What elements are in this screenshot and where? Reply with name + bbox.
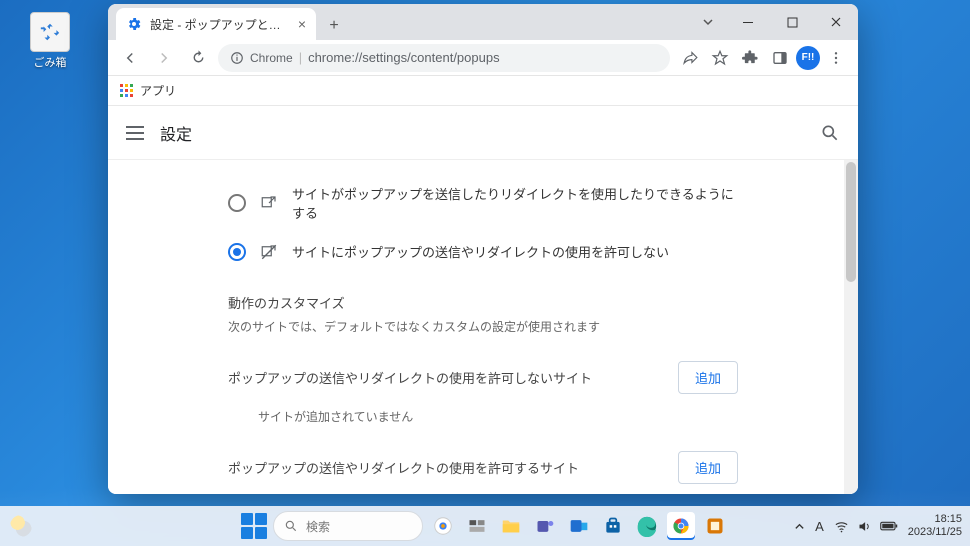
option-block-label: サイトにポップアップの送信やリダイレクトの使用を許可しない xyxy=(292,242,669,261)
sidepanel-icon[interactable] xyxy=(766,44,794,72)
allow-list-add-button[interactable]: 追加 xyxy=(678,451,738,484)
ime-indicator[interactable]: A xyxy=(815,519,824,534)
settings-header: 設定 xyxy=(108,106,858,160)
wifi-icon[interactable] xyxy=(834,519,849,534)
block-list-label: ポップアップの送信やリダイレクトの使用を許可しないサイト xyxy=(228,368,592,387)
bookmarks-bar: アプリ xyxy=(108,76,858,106)
apps-label[interactable]: アプリ xyxy=(140,82,176,99)
settings-search-icon[interactable] xyxy=(820,123,840,143)
recycle-bin-icon xyxy=(30,12,70,52)
browser-toolbar: Chrome | chrome://settings/content/popup… xyxy=(108,40,858,76)
scrollbar[interactable] xyxy=(844,160,858,494)
customize-heading: 動作のカスタマイズ xyxy=(222,293,744,312)
weather-icon xyxy=(10,515,32,537)
taskbar-app-generic[interactable] xyxy=(701,512,729,540)
browser-tab[interactable]: 設定 - ポップアップとリダイレクト × xyxy=(116,8,316,40)
tab-search-icon[interactable] xyxy=(690,6,726,38)
allow-list-label: ポップアップの送信やリダイレクトの使用を許可するサイト xyxy=(228,458,579,477)
window-maximize-button[interactable] xyxy=(770,6,814,38)
apps-grid-icon[interactable] xyxy=(120,84,134,98)
site-info-icon xyxy=(230,51,244,65)
clock-date: 2023/11/25 xyxy=(908,526,962,539)
tray-chevron-icon[interactable] xyxy=(794,521,805,532)
address-bar[interactable]: Chrome | chrome://settings/content/popup… xyxy=(218,44,670,72)
page-title: 設定 xyxy=(160,121,192,145)
share-icon[interactable] xyxy=(676,44,704,72)
radio-unselected-icon xyxy=(228,194,246,212)
taskbar-widgets[interactable] xyxy=(10,515,32,537)
default-behavior-block-option[interactable]: サイトにポップアップの送信やリダイレクトの使用を許可しない xyxy=(222,232,744,271)
block-list-add-button[interactable]: 追加 xyxy=(678,361,738,394)
scrollbar-thumb[interactable] xyxy=(846,162,856,282)
search-icon xyxy=(284,519,298,533)
taskbar: 検索 A 18:15 2023/11/25 xyxy=(0,506,970,546)
tab-close-icon[interactable]: × xyxy=(298,16,306,32)
taskbar-search-placeholder: 検索 xyxy=(306,518,330,535)
popup-block-icon xyxy=(260,243,278,261)
radio-selected-icon xyxy=(228,243,246,261)
omnibox-scheme: Chrome xyxy=(250,51,293,65)
settings-favicon-icon xyxy=(126,16,142,32)
new-tab-button[interactable]: + xyxy=(320,12,348,40)
customize-description: 次のサイトでは、デフォルトではなくカスタムの設定が使用されます xyxy=(222,318,744,335)
taskbar-clock[interactable]: 18:15 2023/11/25 xyxy=(908,513,962,538)
omnibox-separator: | xyxy=(299,50,302,65)
desktop-recycle-bin[interactable]: ごみ箱 xyxy=(22,12,78,70)
start-button[interactable] xyxy=(241,513,267,539)
window-titlebar: 設定 - ポップアップとリダイレクト × + xyxy=(108,4,858,40)
taskbar-app-teams[interactable] xyxy=(531,512,559,540)
recycle-bin-label: ごみ箱 xyxy=(22,54,78,70)
omnibox-url: chrome://settings/content/popups xyxy=(308,50,500,65)
taskbar-app-chrome[interactable] xyxy=(667,512,695,540)
taskbar-app-outlook[interactable] xyxy=(565,512,593,540)
extensions-icon[interactable] xyxy=(736,44,764,72)
menu-icon[interactable] xyxy=(126,126,144,140)
nav-forward-button[interactable] xyxy=(150,44,178,72)
bookmark-star-icon[interactable] xyxy=(706,44,734,72)
taskbar-app-store[interactable] xyxy=(599,512,627,540)
battery-icon[interactable] xyxy=(880,520,898,532)
block-list-empty-text: サイトが追加されていません xyxy=(222,394,744,425)
taskbar-app-taskview[interactable] xyxy=(463,512,491,540)
option-allow-label: サイトがポップアップを送信したりリダイレクトを使用したりできるようにする xyxy=(292,184,738,222)
volume-icon[interactable] xyxy=(857,519,872,534)
window-close-button[interactable] xyxy=(814,6,858,38)
nav-reload-button[interactable] xyxy=(184,44,212,72)
tab-title: 設定 - ポップアップとリダイレクト xyxy=(150,16,290,33)
window-minimize-button[interactable] xyxy=(726,6,770,38)
profile-avatar[interactable]: F!! xyxy=(796,46,820,70)
default-behavior-allow-option[interactable]: サイトがポップアップを送信したりリダイレクトを使用したりできるようにする xyxy=(222,174,744,232)
taskbar-app-edge[interactable] xyxy=(633,512,661,540)
nav-back-button[interactable] xyxy=(116,44,144,72)
taskbar-search[interactable]: 検索 xyxy=(273,511,423,541)
taskbar-app-explorer[interactable] xyxy=(497,512,525,540)
taskbar-app-copilot[interactable] xyxy=(429,512,457,540)
settings-content: サイトがポップアップを送信したりリダイレクトを使用したりできるようにする サイト… xyxy=(108,160,858,494)
chrome-menu-icon[interactable] xyxy=(822,44,850,72)
clock-time: 18:15 xyxy=(908,513,962,526)
popup-allow-icon xyxy=(260,194,278,212)
chrome-window: 設定 - ポップアップとリダイレクト × + xyxy=(108,4,858,494)
